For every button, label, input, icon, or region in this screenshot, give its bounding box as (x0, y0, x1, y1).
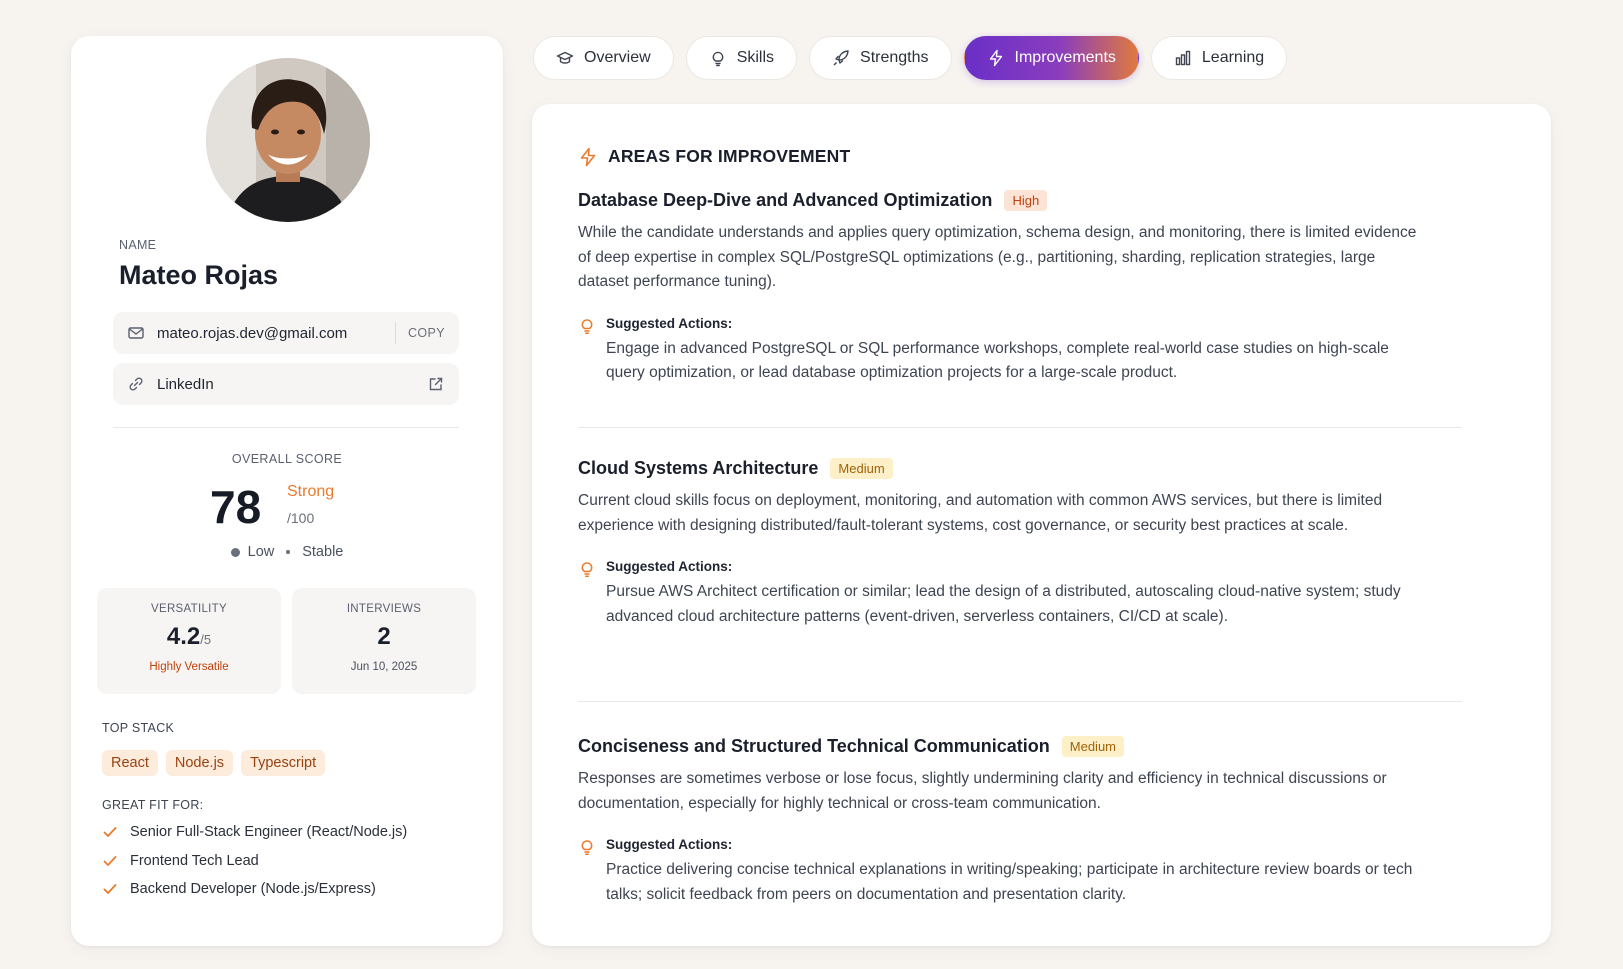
versatility-sub: Highly Versatile (149, 661, 229, 673)
score-meta: Low Stable (71, 544, 503, 560)
score-tier: Strong (287, 483, 335, 500)
top-stack-chips: React Node.js Typescript (102, 750, 326, 776)
tab-overview[interactable]: Overview (533, 36, 674, 80)
interviews-box: INTERVIEWS 2 Jun 10, 2025 (292, 588, 476, 694)
tab-label: Learning (1201, 49, 1265, 66)
lightning-icon (987, 49, 1005, 67)
rocket-icon (832, 49, 850, 67)
suggested-actions: Suggested Actions: Practice delivering c… (578, 837, 1418, 907)
lightbulb-icon (578, 559, 596, 579)
stack-chip: React (102, 750, 158, 776)
mail-icon (127, 324, 145, 342)
tab-label: Improvements (1014, 49, 1116, 66)
actions-label: Suggested Actions: (606, 837, 733, 852)
item-title: Cloud Systems Architecture (578, 458, 819, 478)
linkedin-link[interactable]: LinkedIn (157, 376, 427, 393)
tab-improvements[interactable]: Improvements (963, 36, 1139, 80)
fit-role: Backend Developer (Node.js/Express) (130, 881, 376, 898)
risk-dot-icon (230, 547, 240, 557)
item-description: While the candidate understands and appl… (578, 224, 1417, 290)
check-icon (102, 824, 118, 840)
list-item: Backend Developer (Node.js/Express) (102, 875, 407, 904)
panel-header: AREAS FOR IMPROVEMENT (578, 146, 850, 167)
profile-divider (113, 427, 459, 428)
tab-skills[interactable]: Skills (685, 36, 798, 80)
actions-text: Practice delivering concise technical ex… (606, 861, 1413, 903)
item-description: Current cloud skills focus on deployment… (578, 492, 1383, 534)
great-fit-list: Senior Full-Stack Engineer (React/Node.j… (102, 818, 407, 904)
email-address[interactable]: mateo.rojas.dev@gmail.com (157, 325, 395, 342)
name-label: NAME (119, 238, 157, 252)
actions-label: Suggested Actions: (606, 559, 733, 574)
panel-title: AREAS FOR IMPROVEMENT (608, 146, 851, 166)
versatility-value: 4.2/5 (166, 623, 212, 650)
priority-badge: Medium (1061, 736, 1125, 757)
copy-email-button[interactable]: COPY (408, 326, 445, 340)
lightning-icon (578, 147, 598, 167)
actions-text: Engage in advanced PostgreSQL or SQL per… (606, 339, 1389, 382)
item-title: Conciseness and Structured Technical Com… (578, 736, 1050, 756)
interviews-label: INTERVIEWS (346, 603, 422, 615)
improvements-panel: AREAS FOR IMPROVEMENT Database Deep-Dive… (532, 104, 1551, 946)
improvement-item: Conciseness and Structured Technical Com… (578, 736, 1418, 907)
check-icon (102, 853, 118, 869)
interviews-value: 2 (377, 623, 391, 650)
item-divider (578, 701, 1462, 702)
score-risk: Low (247, 544, 275, 560)
priority-badge: Medium (830, 458, 893, 479)
improvement-item: Cloud Systems Architecture Medium Curren… (578, 458, 1418, 629)
lightbulb-icon (578, 316, 596, 336)
item-divider (578, 427, 1462, 428)
external-link-icon[interactable] (427, 375, 445, 393)
priority-badge: High (1004, 190, 1048, 211)
stack-chip: Typescript (241, 750, 326, 776)
item-title-row: Cloud Systems Architecture Medium (578, 458, 1418, 479)
item-title: Database Deep-Dive and Advanced Optimiza… (578, 190, 993, 210)
item-description: Responses are sometimes verbose or lose … (578, 770, 1387, 812)
copy-separator (394, 322, 396, 344)
link-icon (127, 375, 145, 393)
check-icon (102, 881, 118, 897)
tab-label: Overview (584, 49, 651, 66)
list-item: Senior Full-Stack Engineer (React/Node.j… (102, 818, 407, 847)
interviews-date: Jun 10, 2025 (350, 661, 418, 673)
stack-chip: Node.js (165, 750, 234, 776)
top-stack-label: TOP STACK (102, 721, 175, 735)
linkedin-row[interactable]: LinkedIn (113, 363, 459, 405)
lightbulb-icon (709, 49, 727, 67)
actions-label: Suggested Actions: (606, 315, 733, 331)
candidate-name: Mateo Rojas (119, 260, 279, 290)
suggested-actions: Suggested Actions: Engage in advanced Po… (578, 316, 1418, 386)
great-fit-label: GREAT FIT FOR: (102, 798, 204, 812)
improvement-item: Database Deep-Dive and Advanced Optimiza… (578, 190, 1418, 386)
versatility-label: VERSATILITY (151, 603, 227, 615)
separator-dot-icon (286, 550, 291, 554)
tab-learning[interactable]: Learning (1150, 36, 1288, 80)
list-item: Frontend Tech Lead (102, 847, 407, 876)
fit-role: Frontend Tech Lead (130, 852, 259, 869)
bar-chart-icon (1174, 49, 1192, 67)
avatar (206, 58, 370, 222)
item-title-row: Conciseness and Structured Technical Com… (578, 736, 1418, 757)
email-row: mateo.rojas.dev@gmail.com COPY (113, 312, 459, 354)
graduation-cap-icon (556, 49, 574, 67)
tab-bar: Overview Skills Strengths Improvements L… (533, 36, 1288, 80)
item-title-row: Database Deep-Dive and Advanced Optimiza… (578, 190, 1418, 211)
fit-role: Senior Full-Stack Engineer (React/Node.j… (130, 824, 408, 841)
tab-strengths[interactable]: Strengths (809, 36, 952, 80)
profile-card: NAME Mateo Rojas mateo.rojas.dev@gmail.c… (71, 36, 503, 946)
overall-score-value: 78 (210, 481, 262, 533)
suggested-actions: Suggested Actions: Pursue AWS Architect … (578, 559, 1418, 629)
tab-label: Strengths (860, 49, 929, 66)
overall-score-label: OVERALL SCORE (231, 452, 343, 466)
lightbulb-icon (578, 837, 596, 857)
tab-label: Skills (736, 49, 775, 66)
versatility-box: VERSATILITY 4.2/5 Highly Versatile (97, 588, 281, 694)
score-max: /100 (287, 510, 315, 526)
score-trend: Stable (302, 544, 344, 560)
actions-text: Pursue AWS Architect certification or si… (606, 583, 1401, 625)
